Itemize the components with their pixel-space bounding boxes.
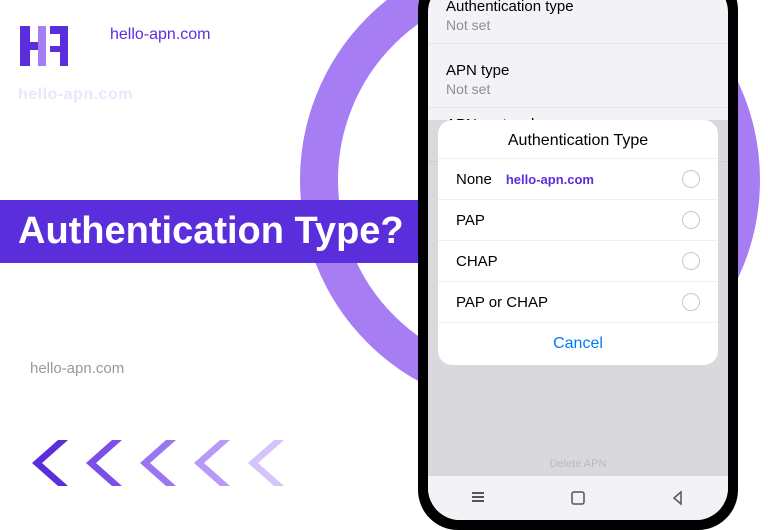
back-icon[interactable] [669, 489, 687, 507]
chevron-left-icon [246, 438, 290, 488]
delete-apn-label: Delete APN [428, 458, 728, 470]
setting-value: Not set [446, 17, 710, 33]
home-icon[interactable] [569, 489, 587, 507]
option-pap-or-chap[interactable]: PAP or CHAP [438, 281, 718, 322]
setting-label: APN type [446, 62, 710, 79]
watermark-text: hello-apn.com [506, 172, 594, 187]
setting-value: Not set [446, 81, 710, 97]
option-label: CHAP [456, 253, 498, 270]
auth-type-sheet: Authentication Type None hello-apn.com P… [438, 120, 718, 365]
option-pap[interactable]: PAP [438, 199, 718, 240]
radio-icon [682, 170, 700, 188]
chevron-left-icon [30, 438, 74, 488]
chevron-left-icon [192, 438, 236, 488]
phone-mockup: Authentication type Not set APN type Not… [418, 0, 738, 530]
radio-icon [682, 293, 700, 311]
brand-logo [18, 18, 74, 74]
setting-row-auth-type[interactable]: Authentication type Not set [428, 0, 728, 44]
radio-icon [682, 211, 700, 229]
top-url-text: hello-apn.com [110, 26, 211, 44]
phone-screen: Authentication type Not set APN type Not… [428, 0, 728, 520]
banner-title: Authentication Type? [0, 200, 422, 263]
option-label: None [456, 171, 492, 188]
chevron-left-icon [84, 438, 128, 488]
option-chap[interactable]: CHAP [438, 240, 718, 281]
chevron-left-icon [138, 438, 182, 488]
setting-row-apn-type[interactable]: APN type Not set [428, 54, 728, 108]
option-none[interactable]: None hello-apn.com [438, 158, 718, 199]
mid-url-text: hello-apn.com [30, 360, 124, 377]
ghost-url-text: hello-apn.com [18, 86, 133, 104]
chevron-row [30, 438, 290, 488]
option-label: PAP [456, 212, 485, 229]
setting-label: Authentication type [446, 0, 710, 15]
android-navbar [428, 476, 728, 520]
recent-apps-icon[interactable] [469, 489, 487, 507]
sheet-title: Authentication Type [438, 120, 718, 158]
radio-icon [682, 252, 700, 270]
option-label: PAP or CHAP [456, 294, 548, 311]
cancel-button[interactable]: Cancel [438, 322, 718, 365]
